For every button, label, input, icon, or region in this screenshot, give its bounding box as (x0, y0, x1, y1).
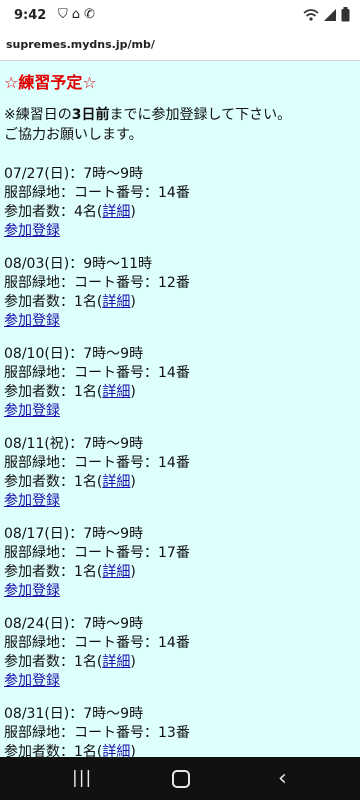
register-link[interactable]: 参加登録 (4, 670, 60, 690)
event-participants: 参加者数：1名(詳細) (4, 651, 136, 671)
notice-prefix: ※練習日の (4, 107, 72, 123)
phone-icon: ✆ (84, 7, 95, 22)
page-title: ☆練習予定☆ (4, 73, 97, 92)
event-location: 服部緑地：コート番号：13番 (4, 725, 190, 741)
event-date-time: 08/17(日)：7時～9時 (4, 526, 144, 542)
event-date-time: 08/03(日)：9時～11時 (4, 256, 152, 272)
participants-count: 参加者数：1名( (4, 474, 103, 490)
recent-apps-icon[interactable]: ||| (72, 768, 92, 788)
detail-link[interactable]: 詳細 (102, 384, 130, 400)
event-participants: 参加者数：4名(詳細) (4, 201, 136, 221)
shield-icon: ⛉ (58, 7, 68, 22)
participants-close-paren: ) (130, 294, 136, 310)
participants-count: 参加者数：4名( (4, 204, 103, 220)
address-bar[interactable]: supremes.mydns.jp/mb/ (0, 32, 360, 61)
participants-close-paren: ) (130, 654, 136, 670)
event-location: 服部緑地：コート番号：12番 (4, 275, 190, 291)
page-content: ☆練習予定☆ ※練習日の3日前までに参加登録して下さい。 ご協力お願いします。 … (0, 61, 360, 757)
event-participants: 参加者数：1名(詳細) (4, 561, 136, 581)
notice-bold: 3日前 (71, 107, 110, 123)
register-link[interactable]: 参加登録 (4, 400, 60, 420)
event-date-time: 08/24(日)：7時～9時 (4, 616, 144, 632)
participants-close-paren: ) (130, 564, 136, 580)
event-participants: 参加者数：1名(詳細) (4, 471, 136, 491)
register-link[interactable]: 参加登録 (4, 580, 60, 600)
event-date-time: 08/31(日)：7時～9時 (4, 706, 144, 722)
event-date-time: 08/10(日)：7時～9時 (4, 346, 144, 362)
notice-text: ※練習日の3日前までに参加登録して下さい。 ご協力お願いします。 (4, 105, 354, 145)
participants-count: 参加者数：1名( (4, 654, 103, 670)
status-time: 9:42 (14, 8, 47, 23)
event-date-time: 08/11(祝)：7時～9時 (4, 436, 144, 452)
status-icons-right (303, 7, 350, 22)
event-location: 服部緑地：コート番号：14番 (4, 635, 190, 651)
event-date-time: 07/27(日)：7時～9時 (4, 166, 144, 182)
notice-suffix: までに参加登録して下さい。 (109, 107, 292, 123)
participants-close-paren: ) (130, 384, 136, 400)
notice-line2: ご協力お願いします。 (4, 127, 143, 143)
status-bar: 9:42 ⛉ ⌂ ✆ (0, 0, 360, 32)
event-participants: 参加者数：1名(詳細) (4, 381, 136, 401)
signal-icon (324, 8, 336, 21)
detail-link[interactable]: 詳細 (102, 474, 130, 490)
navigation-bar: ||| ‹ (0, 757, 360, 800)
wifi-icon (303, 8, 319, 21)
detail-link[interactable]: 詳細 (102, 654, 130, 670)
back-icon[interactable]: ‹ (278, 766, 287, 791)
participants-count: 参加者数：1名( (4, 384, 103, 400)
register-link[interactable]: 参加登録 (4, 220, 60, 240)
detail-link[interactable]: 詳細 (102, 744, 130, 757)
event-location: 服部緑地：コート番号：14番 (4, 455, 190, 471)
url-text[interactable]: supremes.mydns.jp/mb/ (6, 38, 155, 51)
event-location: 服部緑地：コート番号：17番 (4, 545, 190, 561)
detail-link[interactable]: 詳細 (102, 564, 130, 580)
detail-link[interactable]: 詳細 (102, 204, 130, 220)
event-participants: 参加者数：1名(詳細) (4, 291, 136, 311)
participants-count: 参加者数：1名( (4, 294, 103, 310)
event-participants: 参加者数：1名(詳細) (4, 741, 136, 757)
detail-link[interactable]: 詳細 (102, 294, 130, 310)
participants-count: 参加者数：1名( (4, 564, 103, 580)
event-location: 服部緑地：コート番号：14番 (4, 185, 190, 201)
home-icon: ⌂ (71, 7, 81, 22)
participants-close-paren: ) (130, 474, 136, 490)
battery-icon (341, 7, 350, 22)
status-icons-left: ⛉ ⌂ ✆ (58, 7, 95, 22)
home-button-icon[interactable] (172, 770, 190, 788)
participants-count: 参加者数：1名( (4, 744, 103, 757)
event-location: 服部緑地：コート番号：14番 (4, 365, 190, 381)
register-link[interactable]: 参加登録 (4, 490, 60, 510)
participants-close-paren: ) (130, 204, 136, 220)
register-link[interactable]: 参加登録 (4, 310, 60, 330)
participants-close-paren: ) (130, 744, 136, 757)
